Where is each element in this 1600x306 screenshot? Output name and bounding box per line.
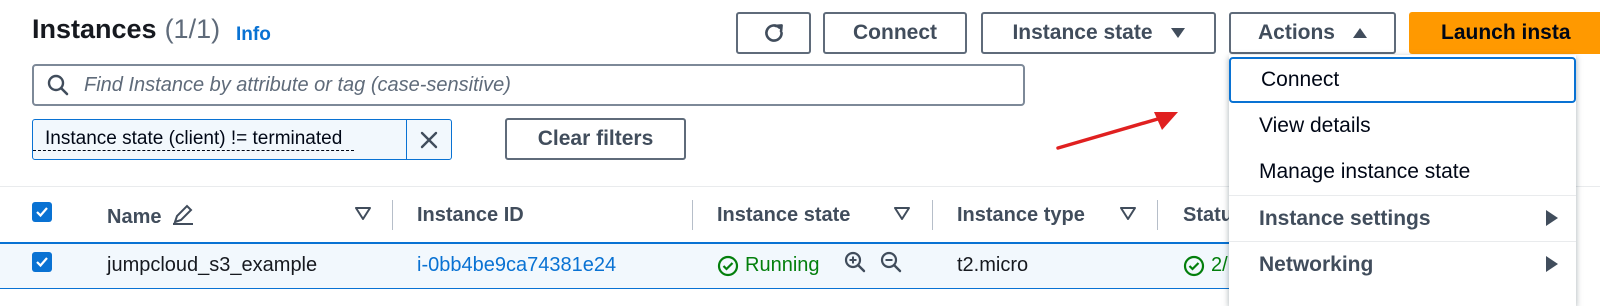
actions-button[interactable]: Actions [1229, 12, 1396, 54]
row-checkbox[interactable] [32, 252, 52, 272]
caret-up-icon [1353, 28, 1367, 38]
check-icon [36, 207, 48, 218]
refresh-button[interactable] [736, 12, 811, 54]
column-header-name[interactable]: Name [107, 204, 195, 229]
sort-icon[interactable] [355, 207, 371, 220]
column-header-instance-type[interactable]: Instance type [957, 204, 1085, 227]
edit-pencil-icon [173, 204, 194, 225]
launch-instances-button[interactable]: Launch insta [1409, 12, 1600, 54]
menu-group-networking-label: Networking [1259, 252, 1374, 276]
column-header-instance-id[interactable]: Instance ID [417, 204, 524, 227]
sort-icon[interactable] [1120, 207, 1136, 220]
search-icon [47, 74, 69, 96]
search-input[interactable] [82, 72, 1023, 98]
instance-state-text: Running [745, 254, 820, 276]
clear-filters-label: Clear filters [537, 127, 654, 150]
menu-group-networking[interactable]: Networking [1229, 241, 1576, 287]
zoom-out-icon[interactable] [879, 250, 903, 274]
clear-filters-button[interactable]: Clear filters [505, 118, 686, 160]
instance-count: (1/1) [164, 14, 221, 44]
page-title: Instances (1/1) [32, 14, 220, 45]
cell-instance-type: t2.micro [957, 254, 1029, 276]
annotation-arrow-icon [1056, 112, 1178, 150]
info-link[interactable]: Info [236, 24, 271, 46]
status-check-text: 2/ [1211, 254, 1228, 276]
select-all-checkbox[interactable] [32, 202, 52, 222]
column-header-instance-state[interactable]: Instance state [717, 204, 850, 227]
actions-button-label: Actions [1257, 21, 1335, 44]
menu-item-connect[interactable]: Connect [1229, 57, 1576, 103]
launch-instances-button-label: Launch insta [1441, 21, 1571, 44]
column-header-status[interactable]: Statu [1183, 204, 1233, 227]
column-header-name-label: Name [107, 206, 162, 228]
caret-down-icon [1170, 28, 1185, 38]
connect-button[interactable]: Connect [823, 12, 967, 54]
column-separator[interactable] [692, 200, 693, 230]
caret-right-icon [1546, 256, 1558, 272]
refresh-icon [764, 24, 783, 42]
cell-status-check: 2/ [1183, 254, 1228, 277]
close-icon [420, 131, 438, 148]
cell-instance-id-link[interactable]: i-0bb4be9ca74381e24 [417, 254, 616, 277]
column-separator[interactable] [1157, 200, 1158, 230]
cell-name: jumpcloud_s3_example [107, 254, 318, 276]
menu-item-manage-instance-state[interactable]: Manage instance state [1229, 149, 1576, 195]
menu-group-instance-settings-label: Instance settings [1259, 206, 1431, 230]
sort-icon[interactable] [894, 207, 910, 220]
connect-button-label: Connect [853, 21, 937, 44]
instance-state-button-label: Instance state [1012, 21, 1153, 44]
zoom-in-icon[interactable] [843, 250, 867, 274]
caret-right-icon [1546, 210, 1558, 226]
page-title-text: Instances [32, 14, 157, 44]
check-icon [36, 257, 48, 268]
column-separator[interactable] [392, 200, 393, 230]
remove-filter-button[interactable] [406, 120, 451, 159]
actions-dropdown-menu: Connect View details Manage instance sta… [1229, 55, 1576, 306]
search-bar[interactable] [32, 64, 1025, 106]
filter-token-label[interactable]: Instance state (client) != terminated [33, 128, 355, 151]
menu-group-instance-settings[interactable]: Instance settings [1229, 195, 1576, 241]
status-success-icon [1183, 255, 1205, 276]
filter-token: Instance state (client) != terminated [32, 119, 452, 160]
instance-state-button[interactable]: Instance state [981, 12, 1216, 54]
menu-item-view-details[interactable]: View details [1229, 103, 1576, 149]
column-separator[interactable] [932, 200, 933, 230]
cell-instance-state: Running [717, 254, 820, 277]
status-success-icon [717, 255, 739, 276]
